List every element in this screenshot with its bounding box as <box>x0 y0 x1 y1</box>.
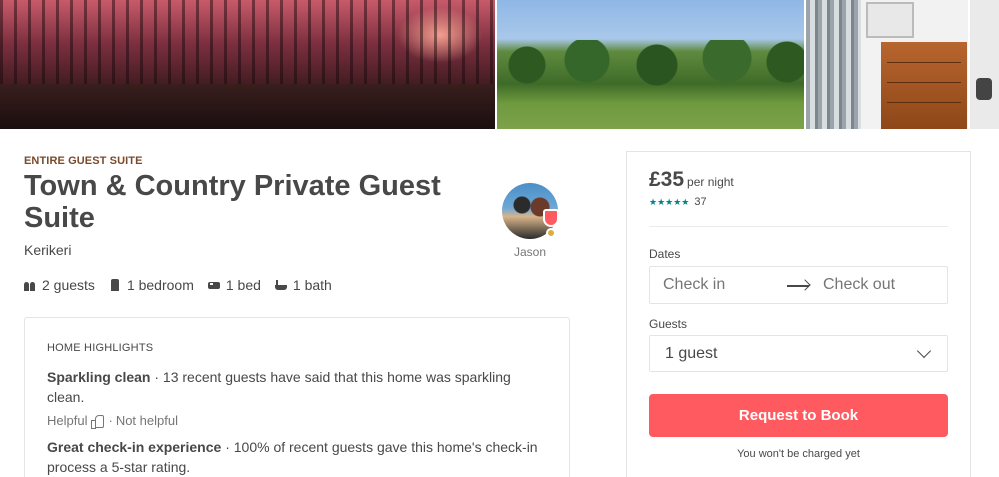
amenity-guests-label: 2 guests <box>42 277 95 293</box>
listing-title: Town & Country Private Guest Suite <box>24 170 441 234</box>
host-avatar[interactable] <box>502 183 559 239</box>
feedback-separator: · <box>108 413 113 428</box>
amenity-bed: 1 bed <box>207 277 261 293</box>
photo-tv <box>866 2 915 38</box>
guests-label: Guests <box>649 317 688 331</box>
per-night-label: per night <box>687 175 734 189</box>
guests-icon <box>24 279 36 291</box>
divider <box>649 226 948 227</box>
bath-icon <box>274 279 287 291</box>
amenity-bedroom-label: 1 bedroom <box>126 277 194 293</box>
check-in-input[interactable]: Check in <box>663 276 725 294</box>
host-profile[interactable]: Jason <box>502 183 560 259</box>
highlights-heading: HOME HIGHLIGHTS <box>47 342 154 354</box>
photo-kettle <box>976 78 993 100</box>
star-rating-icon: ★★★★★ <box>649 196 690 207</box>
photo-ground <box>0 84 495 129</box>
nightly-price: £35 <box>649 168 685 191</box>
bedroom-icon <box>109 279 121 291</box>
guests-value: 1 guest <box>665 345 718 362</box>
rating-summary[interactable]: ★★★★★ 37 <box>649 196 707 208</box>
amenity-bedroom: 1 bedroom <box>109 277 194 293</box>
photo-kitchenette[interactable] <box>970 0 999 129</box>
chevron-down-icon <box>916 343 932 359</box>
review-count: 37 <box>694 196 707 208</box>
highlight-feedback: Helpful · Not helpful <box>47 413 547 429</box>
highlight-item: Sparkling clean · 13 recent guests have … <box>47 367 547 407</box>
photo-dresser <box>881 42 968 129</box>
no-charge-note: You won't be charged yet <box>737 448 860 460</box>
amenity-guests: 2 guests <box>24 277 95 293</box>
host-name[interactable]: Jason <box>502 245 558 259</box>
highlight-title: Great check-in experience <box>47 439 222 455</box>
booking-card: £35 per night ★★★★★ 37 Dates Check in Ch… <box>626 151 971 477</box>
helpful-link[interactable]: Helpful <box>47 413 87 428</box>
photo-sunset-trees[interactable] <box>0 0 495 129</box>
highlight-title: Sparkling clean <box>47 369 151 385</box>
dates-label: Dates <box>649 247 681 261</box>
amenity-summary: 2 guests 1 bedroom 1 bed 1 bath <box>24 277 346 293</box>
photo-bedroom-dresser[interactable] <box>806 0 969 129</box>
amenity-bath-label: 1 bath <box>292 277 332 293</box>
listing-city[interactable]: Kerikeri <box>24 242 71 258</box>
amenity-bath: 1 bath <box>274 277 332 293</box>
amenity-bed-label: 1 bed <box>225 277 261 293</box>
home-highlights-card: HOME HIGHLIGHTS Sparkling clean · 13 rec… <box>24 317 570 477</box>
request-to-book-button[interactable]: Request to Book <box>649 394 948 437</box>
date-range-picker: Check in Check out <box>649 266 948 304</box>
photo-curtain <box>806 0 862 129</box>
highlight-item: Great check-in experience · 100% of rece… <box>47 437 547 477</box>
bed-icon <box>207 279 220 291</box>
price-row: £35 per night <box>649 168 734 192</box>
guests-select[interactable]: 1 guest <box>649 335 948 372</box>
arrow-right-icon <box>787 285 809 287</box>
thumbs-up-icon[interactable] <box>91 414 105 429</box>
photo-hedge <box>497 40 805 90</box>
check-out-input[interactable]: Check out <box>823 276 895 294</box>
not-helpful-link[interactable]: Not helpful <box>116 413 178 428</box>
superhost-badge-icon <box>543 209 559 227</box>
listing-type: ENTIRE GUEST SUITE <box>24 155 143 167</box>
photo-garden-lawn[interactable] <box>497 0 805 129</box>
verified-icon <box>546 228 556 238</box>
photo-gallery <box>0 0 999 129</box>
